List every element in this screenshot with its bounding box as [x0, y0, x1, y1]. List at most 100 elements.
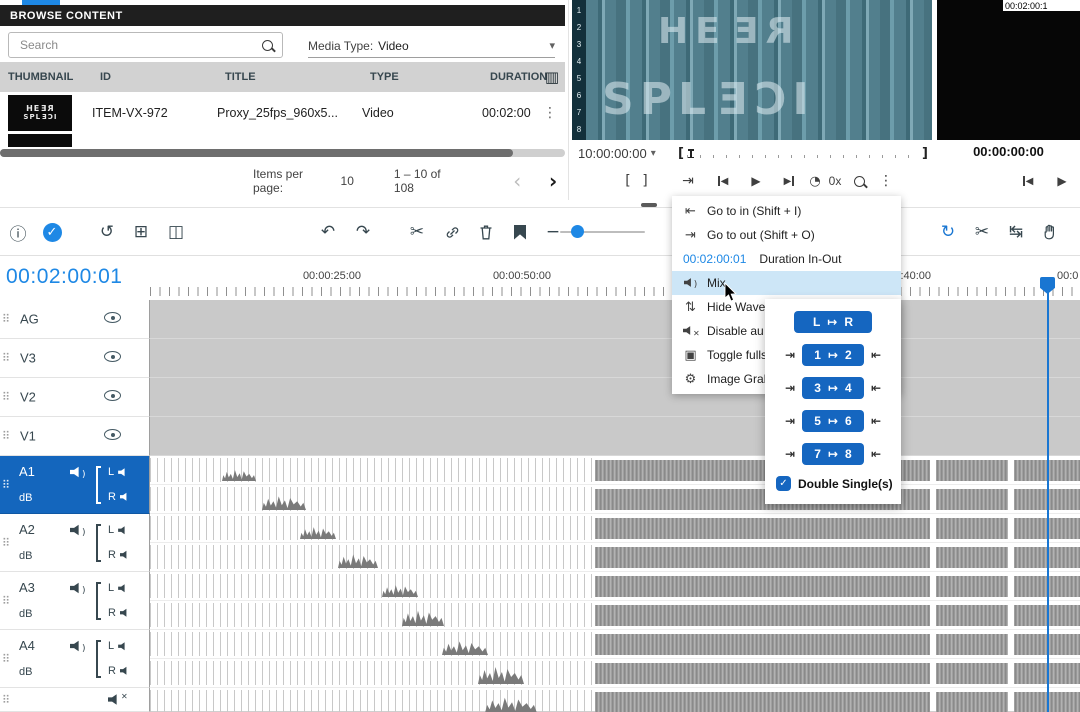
channel-pair-button-1-2[interactable]: 1 ↦ 2 — [802, 344, 864, 366]
items-per-page-value[interactable]: 10 — [341, 174, 354, 188]
speaker-icon[interactable] — [120, 666, 129, 675]
select-mode-icon[interactable]: ✓ — [38, 218, 66, 246]
previous-frame-button[interactable]: ◀ — [1015, 168, 1041, 194]
drag-handle-icon[interactable]: ⠿ — [2, 391, 10, 404]
track-content[interactable] — [150, 688, 1080, 712]
sync-refresh-icon[interactable]: ↻ — [934, 218, 962, 246]
source-video-frame[interactable]: HERE SPLICE 12 34 56 78 — [572, 0, 932, 140]
info-icon[interactable]: ⓘ — [4, 218, 32, 246]
drag-handle-icon[interactable]: ⠿ — [2, 693, 10, 706]
speaker-icon[interactable] — [120, 608, 129, 617]
track-header[interactable]: ⠿ V2 — [0, 378, 150, 417]
channel-pair-button-3-4[interactable]: 3 ↦ 4 — [802, 377, 864, 399]
speaker-icon[interactable] — [118, 642, 127, 651]
speaker-muted-icon[interactable]: ✕ — [108, 694, 128, 706]
patch-right-icon[interactable]: ⇤ — [871, 447, 881, 461]
compare-view-icon[interactable]: ◫ — [162, 218, 190, 246]
visibility-eye-icon[interactable] — [104, 349, 121, 367]
drag-handle-icon[interactable]: ⠿ — [2, 594, 10, 607]
drag-handle-icon[interactable]: ⠿ — [2, 536, 10, 549]
chevron-down-icon[interactable]: ▾ — [549, 39, 555, 52]
timeline-zoom-slider-thumb[interactable] — [571, 225, 584, 238]
speaker-icon[interactable]: ) — [70, 465, 86, 483]
track-header[interactable]: ⠿ A4 dB ) L R — [0, 630, 150, 688]
table-row-partial[interactable]: HERE — [0, 134, 565, 147]
speaker-icon[interactable]: ) — [70, 581, 86, 599]
audio-lane-right[interactable] — [150, 601, 1080, 630]
cut-icon[interactable]: ✂ — [403, 218, 431, 246]
patch-right-icon[interactable]: ⇤ — [871, 381, 881, 395]
record-video-frame[interactable] — [937, 0, 1080, 140]
source-timecode[interactable]: 10:00:00:00 — [578, 146, 647, 161]
add-layer-icon[interactable]: ⊞ — [127, 218, 155, 246]
drag-handle-icon[interactable]: ⠿ — [2, 478, 10, 491]
horizontal-scrollbar-thumb[interactable] — [0, 149, 513, 157]
menu-item-mix[interactable]: ) Mix — [672, 271, 901, 295]
source-scrub-bar[interactable]: [ ] — [678, 146, 928, 160]
player-menu-icon[interactable]: ⋮ — [873, 168, 899, 194]
drag-handle-icon[interactable]: ⠿ — [2, 313, 10, 326]
marker-flag-icon[interactable] — [506, 218, 534, 246]
track-header-selected[interactable]: ⠿ A1 dB ) L R — [0, 456, 150, 514]
menu-item-duration-in-out[interactable]: 00:02:00:01 Duration In-Out — [672, 247, 901, 271]
track-content[interactable] — [150, 630, 1080, 688]
speaker-icon[interactable] — [118, 584, 127, 593]
play-button[interactable]: ▶ — [743, 168, 769, 194]
track-header[interactable]: ⠿ A3 dB ) L R — [0, 572, 150, 630]
timeline-ruler[interactable]: 00:00:25:00 00:00:50:00 00:01:40:00 00:0 — [150, 256, 1080, 300]
previous-page-button[interactable]: ‹ — [505, 169, 529, 193]
audio-lane-right[interactable] — [150, 485, 1080, 514]
play-button[interactable]: ▶ — [1049, 168, 1075, 194]
drag-handle-icon[interactable]: ⠿ — [2, 352, 10, 365]
drag-handle-icon[interactable]: ⠿ — [2, 652, 10, 665]
column-settings-icon[interactable]: ▥ — [545, 68, 559, 86]
audio-lane-right[interactable] — [150, 543, 1080, 572]
undo-icon[interactable]: ↶ — [314, 218, 342, 246]
audio-lane-left[interactable] — [150, 572, 1080, 601]
patch-left-icon[interactable]: ⇥ — [785, 381, 795, 395]
timeline-timecode[interactable]: 00:02:00:01 — [6, 265, 122, 289]
channel-pair-button-lr[interactable]: L ↦ R — [794, 311, 872, 333]
track-header[interactable]: ⠿ AG — [0, 300, 150, 339]
speaker-icon[interactable] — [118, 468, 127, 477]
menu-item-go-to-in[interactable]: ⇤ Go to in (Shift + I) — [672, 199, 901, 223]
panel-resize-handle[interactable] — [641, 203, 657, 207]
visibility-eye-icon[interactable] — [104, 427, 121, 445]
next-frame-button[interactable]: ▶ — [776, 168, 802, 194]
speaker-icon[interactable] — [118, 526, 127, 535]
track-header[interactable]: ⠿ A2 dB ) L R — [0, 514, 150, 572]
hand-pan-icon[interactable] — [1036, 218, 1064, 246]
media-type-select[interactable]: Media Type: Video ▾ — [308, 34, 555, 58]
playhead-line[interactable] — [1047, 292, 1049, 712]
unlink-icon[interactable] — [438, 218, 466, 246]
speed-gauge-icon[interactable]: ◔ — [805, 168, 825, 194]
track-content[interactable] — [150, 300, 1080, 339]
scrub-position-marker[interactable] — [690, 149, 692, 158]
track-content[interactable] — [150, 456, 1080, 514]
chevron-down-icon[interactable]: ▾ — [651, 148, 656, 159]
patch-right-icon[interactable]: ⇤ — [871, 414, 881, 428]
speaker-icon[interactable] — [120, 550, 129, 559]
visibility-eye-icon[interactable] — [104, 310, 121, 328]
menu-item-go-to-out[interactable]: ⇥ Go to out (Shift + O) — [672, 223, 901, 247]
redo-icon[interactable]: ↷ — [349, 218, 377, 246]
patch-left-icon[interactable]: ⇥ — [785, 348, 795, 362]
visibility-eye-icon[interactable] — [104, 388, 121, 406]
trash-icon[interactable] — [472, 218, 500, 246]
trim-mode-icon[interactable]: ↹ — [1002, 218, 1030, 246]
track-header[interactable]: ⠿ ✕ — [0, 688, 150, 712]
patch-left-icon[interactable]: ⇥ — [785, 414, 795, 428]
speaker-icon[interactable]: ) — [70, 523, 86, 541]
speaker-icon[interactable] — [120, 492, 129, 501]
track-content[interactable] — [150, 417, 1080, 456]
channel-pair-button-5-6[interactable]: 5 ↦ 6 — [802, 410, 864, 432]
search-input[interactable] — [18, 37, 262, 53]
speaker-icon[interactable]: ) — [70, 639, 86, 657]
audio-lane-right[interactable] — [150, 659, 1080, 688]
track-header[interactable]: ⠿ V3 — [0, 339, 150, 378]
zoom-icon[interactable] — [846, 168, 872, 194]
audio-lane-left[interactable] — [150, 514, 1080, 543]
audio-lane-left[interactable] — [150, 688, 1080, 712]
track-content[interactable] — [150, 514, 1080, 572]
drag-handle-icon[interactable]: ⠿ — [2, 430, 10, 443]
